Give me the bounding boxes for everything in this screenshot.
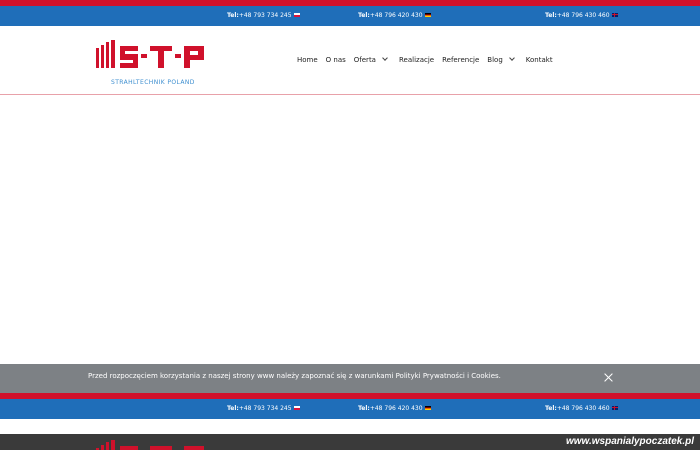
phone-gb[interactable]: Tel:+48 796 430 460 [545,12,618,19]
phone-de[interactable]: Tel:+48 796 420 430 [358,405,431,412]
top-contact-bar: Tel:+48 793 734 245 Tel:+48 796 420 430 … [0,0,700,26]
stp-logo[interactable] [96,40,208,72]
cookie-notice: Przed rozpoczęciem korzystania z naszej … [0,364,700,393]
phone-de[interactable]: Tel:+48 796 420 430 [358,12,431,19]
nav-item-referencje[interactable]: Referencje [442,56,479,64]
phone-pl[interactable]: Tel:+48 793 734 245 [227,405,300,412]
nav-item-oferta[interactable]: Oferta [354,55,391,64]
footer-strip: www.wspanialypoczatek.pl [0,434,700,450]
watermark-text: www.wspanialypoczatek.pl [566,436,694,447]
nav-item-blog[interactable]: Blog [487,55,517,64]
flag-de-icon [424,12,431,17]
flag-de-icon [424,405,431,410]
flag-gb-icon [611,12,618,17]
site-header: STRAHLTECHNIK POLAND Home O nas Oferta R… [0,26,700,95]
stp-logo [96,440,204,450]
bottom-red-stripe [0,393,700,399]
nav-item-realizacje[interactable]: Realizacje [399,56,434,64]
close-icon[interactable] [603,372,614,383]
flag-pl-icon [293,405,300,410]
chevron-down-icon[interactable] [508,55,515,61]
phone-gb[interactable]: Tel:+48 796 430 460 [545,405,618,412]
chevron-down-icon[interactable] [382,55,388,61]
phone-pl[interactable]: Tel:+48 793 734 245 [227,12,300,19]
nav-item-o-nas[interactable]: O nas [326,56,346,64]
flag-pl-icon [293,12,300,17]
main-content [0,96,700,364]
nav-item-home[interactable]: Home [297,56,318,64]
logo-tagline: STRAHLTECHNIK POLAND [111,79,195,86]
cookie-notice-text: Przed rozpoczęciem korzystania z naszej … [88,372,501,380]
top-red-stripe [0,0,700,6]
flag-gb-icon [611,405,618,410]
bottom-contact-bar: Tel:+48 793 734 245 Tel:+48 796 420 430 … [0,393,700,419]
nav-item-kontakt[interactable]: Kontakt [526,56,553,64]
main-nav: Home O nas Oferta Realizacje Referencje … [297,55,561,64]
